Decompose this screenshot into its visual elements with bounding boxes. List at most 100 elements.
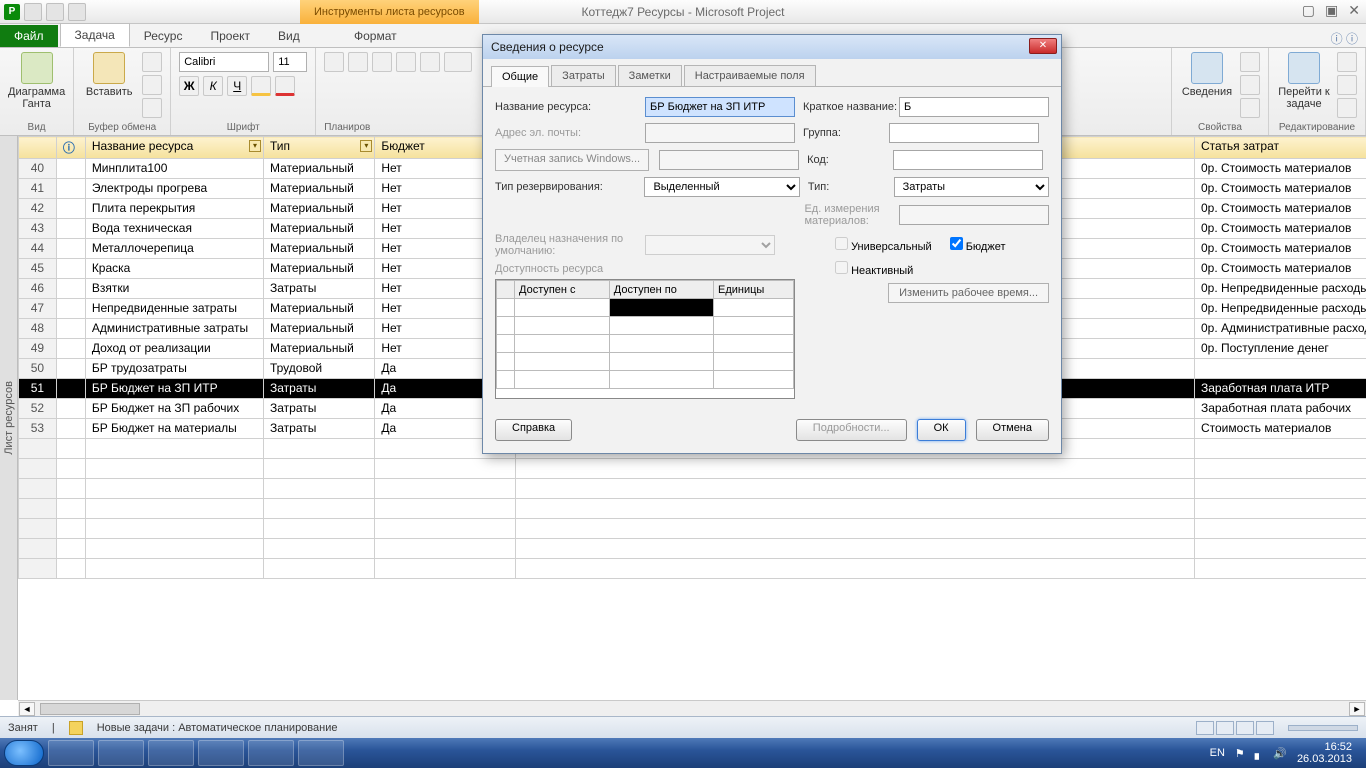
sched-btn-6[interactable]: [444, 52, 472, 72]
prop-btn-1[interactable]: [1240, 52, 1260, 72]
col-header[interactable]: Статья затрат▾: [1194, 137, 1366, 159]
edit-btn-3[interactable]: [1337, 98, 1357, 118]
dialog-close-icon[interactable]: ✕: [1029, 38, 1057, 54]
col-header[interactable]: Название ресурса▾: [85, 137, 263, 159]
tab-task[interactable]: Задача: [60, 23, 130, 47]
cell[interactable]: [85, 459, 263, 479]
cell[interactable]: [56, 319, 85, 339]
start-button[interactable]: [4, 740, 44, 766]
goto-button[interactable]: Перейти к задаче: [1277, 52, 1331, 110]
paste-button[interactable]: Вставить: [82, 52, 136, 98]
cell[interactable]: [1194, 519, 1366, 539]
cell[interactable]: [56, 239, 85, 259]
cell[interactable]: [375, 479, 515, 499]
check-inactive[interactable]: Неактивный: [835, 261, 913, 277]
dialog-titlebar[interactable]: Сведения о ресурсе ✕: [483, 35, 1061, 59]
row-number[interactable]: 50: [19, 359, 57, 379]
row-number[interactable]: 44: [19, 239, 57, 259]
cell[interactable]: [515, 519, 1194, 539]
tab-resource[interactable]: Ресурс: [130, 25, 197, 47]
cell[interactable]: [515, 479, 1194, 499]
cell[interactable]: [56, 379, 85, 399]
cell[interactable]: Затраты: [263, 279, 374, 299]
edit-btn-2[interactable]: [1337, 75, 1357, 95]
sched-btn-4[interactable]: [396, 52, 416, 72]
sched-btn-1[interactable]: [324, 52, 344, 72]
cell[interactable]: Материальный: [263, 339, 374, 359]
cell[interactable]: [375, 539, 515, 559]
sched-btn-2[interactable]: [348, 52, 368, 72]
cell[interactable]: [1194, 539, 1366, 559]
taskbar-word-icon[interactable]: [248, 740, 294, 766]
cell[interactable]: Плита перекрытия: [85, 199, 263, 219]
cell[interactable]: [263, 519, 374, 539]
copy-icon[interactable]: [142, 75, 162, 95]
cell[interactable]: [375, 559, 515, 579]
group-input[interactable]: [889, 123, 1039, 143]
code-input[interactable]: [893, 150, 1043, 170]
cell[interactable]: [56, 399, 85, 419]
col-header[interactable]: [19, 137, 57, 159]
cell[interactable]: Вода техническая: [85, 219, 263, 239]
cell[interactable]: Материальный: [263, 159, 374, 179]
cell[interactable]: [56, 519, 85, 539]
scroll-thumb[interactable]: [40, 703, 140, 715]
cell[interactable]: Затраты: [263, 379, 374, 399]
italic-icon[interactable]: К: [203, 76, 223, 96]
cell[interactable]: [515, 559, 1194, 579]
cell[interactable]: [56, 419, 85, 439]
tab-file[interactable]: Файл: [0, 25, 58, 47]
windows-account-button[interactable]: Учетная запись Windows...: [495, 149, 649, 171]
cell[interactable]: 0р. Непредвиденные расходы: [1194, 279, 1366, 299]
sched-btn-5[interactable]: [420, 52, 440, 72]
dtab-notes[interactable]: Заметки: [618, 65, 682, 86]
cut-icon[interactable]: [142, 52, 162, 72]
cell[interactable]: [1194, 479, 1366, 499]
minimize-icon[interactable]: ▢: [1302, 2, 1315, 19]
cell[interactable]: Минплита100: [85, 159, 263, 179]
view-1-icon[interactable]: [1196, 721, 1214, 735]
cell[interactable]: [56, 179, 85, 199]
cell[interactable]: [85, 439, 263, 459]
qat-save-icon[interactable]: [24, 3, 42, 21]
cell[interactable]: Материальный: [263, 179, 374, 199]
cell[interactable]: [56, 459, 85, 479]
cell[interactable]: [85, 559, 263, 579]
tray-flag-icon[interactable]: ⚑: [1235, 747, 1245, 760]
cell[interactable]: [56, 259, 85, 279]
cell[interactable]: [56, 299, 85, 319]
scroll-right-icon[interactable]: ►: [1349, 702, 1365, 716]
cell[interactable]: [56, 219, 85, 239]
sched-btn-3[interactable]: [372, 52, 392, 72]
cell[interactable]: [56, 159, 85, 179]
view-4-icon[interactable]: [1256, 721, 1274, 735]
col-header[interactable]: Тип▾: [263, 137, 374, 159]
cell[interactable]: [19, 519, 57, 539]
row-number[interactable]: 51: [19, 379, 57, 399]
view-3-icon[interactable]: [1236, 721, 1254, 735]
col-header[interactable]: ⓘ: [56, 137, 85, 159]
close-icon[interactable]: ✕: [1348, 2, 1360, 19]
cell[interactable]: [263, 559, 374, 579]
cell[interactable]: Материальный: [263, 199, 374, 219]
cell[interactable]: [56, 559, 85, 579]
cell[interactable]: 0р. Стоимость материалов: [1194, 199, 1366, 219]
row-number[interactable]: 40: [19, 159, 57, 179]
cell[interactable]: [56, 279, 85, 299]
font-color-icon[interactable]: [275, 76, 295, 96]
type-select[interactable]: Затраты: [894, 177, 1049, 197]
cell[interactable]: 0р. Непредвиденные расходы: [1194, 299, 1366, 319]
availability-table[interactable]: Доступен с Доступен по Единицы: [495, 279, 795, 399]
fill-color-icon[interactable]: [251, 76, 271, 96]
cell[interactable]: 0р. Стоимость материалов: [1194, 239, 1366, 259]
cell[interactable]: [56, 359, 85, 379]
cell[interactable]: БР Бюджет на материалы: [85, 419, 263, 439]
cell[interactable]: Административные затраты: [85, 319, 263, 339]
tray-network-icon[interactable]: ▖: [1255, 747, 1263, 760]
cell[interactable]: [263, 439, 374, 459]
change-hours-button[interactable]: Изменить рабочее время...: [888, 283, 1049, 303]
horizontal-scrollbar[interactable]: ◄ ►: [18, 700, 1366, 716]
cell[interactable]: Заработная плата ИТР: [1194, 379, 1366, 399]
cell[interactable]: Трудовой: [263, 359, 374, 379]
ok-button[interactable]: ОК: [917, 419, 966, 441]
